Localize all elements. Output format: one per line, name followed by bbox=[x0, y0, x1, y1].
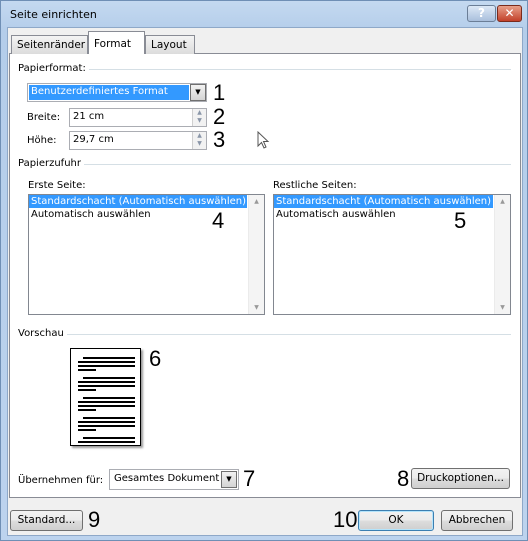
chevron-down-icon[interactable]: ▼ bbox=[190, 84, 206, 101]
other-pages-list[interactable]: Standardschacht (Automatisch auswählen) … bbox=[273, 194, 511, 315]
preview-text-line bbox=[78, 441, 135, 443]
width-input[interactable]: 21 cm ▲ ▼ bbox=[69, 108, 207, 127]
apply-to-value: Gesamtes Dokument bbox=[114, 473, 220, 484]
window-title: Seite einrichten bbox=[10, 8, 97, 21]
annotation-8: 8 bbox=[397, 466, 410, 491]
preview-text-line bbox=[78, 421, 135, 423]
preview-text-line bbox=[83, 377, 135, 379]
close-icon: ✕ bbox=[504, 6, 515, 20]
default-button[interactable]: Standard... bbox=[10, 510, 83, 531]
title-bar[interactable]: Seite einrichten ? ✕ bbox=[2, 2, 526, 26]
tab-label: Layout bbox=[151, 39, 187, 51]
cancel-button[interactable]: Abbrechen bbox=[441, 510, 513, 531]
annotation-10: 10 bbox=[333, 507, 358, 532]
preview-text-line bbox=[83, 397, 135, 399]
preview-text-line bbox=[83, 437, 135, 439]
annotation-6: 6 bbox=[149, 346, 162, 371]
preview-text-line bbox=[83, 417, 135, 419]
tab-format[interactable]: Format bbox=[88, 31, 145, 54]
preview-group-label: Vorschau bbox=[18, 328, 64, 339]
close-button[interactable]: ✕ bbox=[497, 5, 522, 22]
height-value: 29,7 cm bbox=[73, 134, 114, 145]
annotation-9: 9 bbox=[88, 507, 101, 532]
preview-text-line bbox=[78, 389, 96, 391]
preview-text-line bbox=[78, 365, 135, 367]
question-icon: ? bbox=[478, 6, 485, 20]
list-item[interactable]: Automatisch auswählen bbox=[29, 208, 264, 221]
divider bbox=[89, 69, 511, 70]
tab-label: Format bbox=[94, 38, 132, 50]
divider bbox=[84, 164, 511, 165]
scrollbar[interactable]: ▲ ▼ bbox=[248, 195, 264, 314]
paper-source-group-label: Papierzufuhr bbox=[18, 158, 81, 169]
preview-text-line bbox=[78, 381, 135, 383]
divider bbox=[67, 334, 511, 335]
annotation-3: 3 bbox=[213, 127, 226, 152]
preview-text-line bbox=[78, 405, 135, 407]
preview-text-line bbox=[78, 429, 96, 431]
annotation-4: 4 bbox=[212, 208, 225, 233]
mouse-cursor-icon bbox=[257, 131, 270, 149]
width-value: 21 cm bbox=[73, 111, 105, 122]
list-item[interactable]: Standardschacht (Automatisch auswählen) bbox=[274, 195, 493, 208]
preview-text-line bbox=[78, 385, 135, 387]
first-page-list[interactable]: Standardschacht (Automatisch auswählen) … bbox=[28, 194, 265, 315]
ok-button[interactable]: OK bbox=[358, 510, 434, 531]
apply-to-label: Übernehmen für: bbox=[18, 475, 104, 486]
print-options-button[interactable]: Druckoptionen... bbox=[411, 468, 510, 489]
chevron-down-icon[interactable]: ▼ bbox=[221, 471, 237, 488]
paper-format-value: Benutzerdefiniertes Format bbox=[29, 85, 189, 100]
preview-text-line bbox=[78, 361, 135, 363]
preview-text-line bbox=[78, 369, 96, 371]
apply-to-dropdown[interactable]: Gesamtes Dokument ▼ bbox=[109, 469, 239, 490]
preview-text-line bbox=[78, 409, 96, 411]
tab-label: Seitenränder bbox=[17, 39, 86, 51]
annotation-5: 5 bbox=[454, 208, 467, 233]
help-button[interactable]: ? bbox=[467, 5, 496, 22]
annotation-2: 2 bbox=[213, 104, 226, 129]
scrollbar[interactable]: ▲ ▼ bbox=[494, 195, 510, 314]
width-label: Breite: bbox=[27, 112, 61, 123]
preview-text-line bbox=[78, 425, 135, 427]
paper-format-group-label: Papierformat: bbox=[18, 63, 86, 74]
first-page-label: Erste Seite: bbox=[28, 180, 86, 191]
tab-seitenraender[interactable]: Seitenränder bbox=[11, 35, 88, 54]
height-spinner[interactable]: ▲ ▼ bbox=[192, 132, 206, 149]
list-item[interactable]: Automatisch auswählen bbox=[274, 208, 510, 221]
preview-text-line bbox=[83, 357, 135, 359]
width-spinner[interactable]: ▲ ▼ bbox=[192, 109, 206, 126]
preview-text-line bbox=[78, 401, 135, 403]
height-label: Höhe: bbox=[27, 135, 57, 146]
page-preview bbox=[70, 348, 141, 446]
annotation-1: 1 bbox=[213, 80, 226, 105]
annotation-7: 7 bbox=[243, 466, 256, 491]
list-item[interactable]: Standardschacht (Automatisch auswählen) bbox=[29, 195, 247, 208]
paper-format-dropdown[interactable]: Benutzerdefiniertes Format ▼ bbox=[27, 83, 207, 102]
other-pages-label: Restliche Seiten: bbox=[273, 180, 357, 191]
dialog-window: Seite einrichten ? ✕ Seitenränder Format… bbox=[0, 0, 528, 541]
tab-layout[interactable]: Layout bbox=[145, 35, 195, 54]
height-input[interactable]: 29,7 cm ▲ ▼ bbox=[69, 131, 207, 150]
